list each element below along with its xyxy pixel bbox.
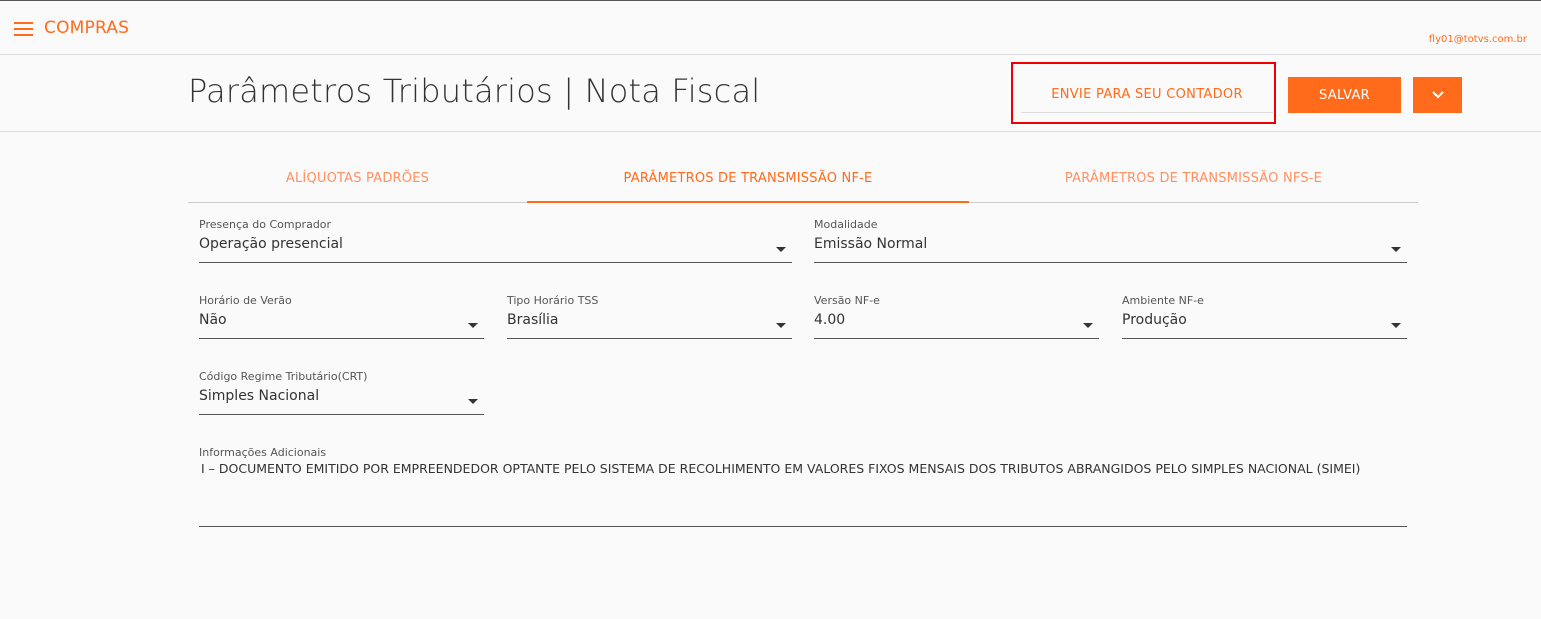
page-title: Parâmetros Tributários | Nota Fiscal [188,72,761,110]
tab-transmissao-nfse[interactable]: PARÂMETROS DE TRANSMISSÃO NFS-E [969,161,1418,203]
send-to-accountant-button[interactable]: ENVIE PARA SEU CONTADOR [1021,77,1273,113]
caret-down-icon [1391,323,1401,328]
ambiente-nfe-select[interactable]: Produção [1122,310,1407,339]
textarea-value: I – DOCUMENTO EMITIDO POR EMPREENDEDOR O… [201,461,1361,476]
hamburger-menu-icon[interactable] [14,22,33,36]
field-label: Horário de Verão [199,294,292,307]
app-title[interactable]: COMPRAS [44,18,129,38]
field-value: Emissão Normal [814,236,928,252]
caret-down-icon [776,247,786,252]
tab-transmissao-nfe[interactable]: PARÂMETROS DE TRANSMISSÃO NF-E [527,161,969,203]
caret-down-icon [468,323,478,328]
field-value: Operação presencial [199,236,343,252]
crt-field: Código Regime Tributário(CRT) Simples Na… [199,370,484,421]
field-label: Ambiente NF-e [1122,294,1204,307]
caret-down-icon [468,399,478,404]
user-email[interactable]: fly01@totvs.com.br [1429,34,1527,45]
caret-down-icon [776,323,786,328]
presenca-comprador-select[interactable]: Operação presencial [199,234,792,263]
field-label: Presença do Comprador [199,218,332,231]
top-bar: COMPRAS fly01@totvs.com.br [0,1,1541,55]
more-options-button[interactable] [1413,77,1462,113]
modalidade-select[interactable]: Emissão Normal [814,234,1407,263]
horario-verao-field: Horário de Verão Não [199,294,484,345]
crt-select[interactable]: Simples Nacional [199,386,484,415]
modalidade-field: Modalidade Emissão Normal [814,218,1407,269]
caret-down-icon [1083,323,1093,328]
field-label: Informações Adicionais [199,446,327,459]
page-header: Parâmetros Tributários | Nota Fiscal ENV… [0,55,1541,132]
caret-down-icon [1391,247,1401,252]
tipo-horario-tss-select[interactable]: Brasília [507,310,792,339]
versao-nfe-field: Versão NF-e 4.00 [814,294,1099,345]
presenca-comprador-field: Presença do Comprador Operação presencia… [199,218,792,269]
tab-aliquotas-padroes[interactable]: ALÍQUOTAS PADRÕES [188,161,527,203]
field-value: Brasília [507,312,559,328]
field-value: 4.00 [814,312,846,328]
chevron-down-icon [1431,91,1444,99]
informacoes-adicionais-textarea[interactable]: I – DOCUMENTO EMITIDO POR EMPREENDEDOR O… [199,461,1407,527]
field-value: Não [199,312,227,328]
tabs-bar: ALÍQUOTAS PADRÕES PARÂMETROS DE TRANSMIS… [188,161,1418,203]
horario-verao-select[interactable]: Não [199,310,484,339]
tipo-horario-tss-field: Tipo Horário TSS Brasília [507,294,792,345]
field-label: Código Regime Tributário(CRT) [199,370,368,383]
versao-nfe-select[interactable]: 4.00 [814,310,1099,339]
field-value: Simples Nacional [199,388,320,404]
field-label: Modalidade [814,218,878,231]
field-value: Produção [1122,312,1187,328]
save-button[interactable]: SALVAR [1288,77,1401,113]
ambiente-nfe-field: Ambiente NF-e Produção [1122,294,1407,345]
field-label: Tipo Horário TSS [507,294,599,307]
field-label: Versão NF-e [814,294,880,307]
informacoes-adicionais-label-wrap: Informações Adicionais [199,446,499,460]
